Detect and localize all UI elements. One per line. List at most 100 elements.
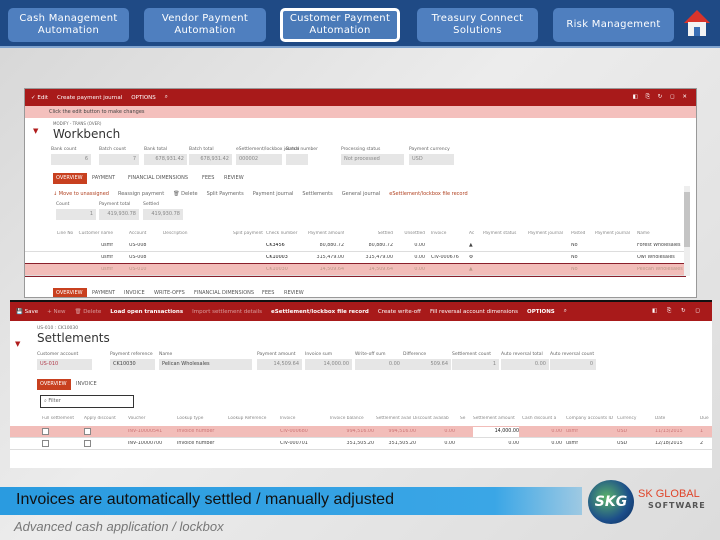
column-header-payment-amount[interactable]: Payment amount: [308, 231, 344, 236]
field-batch-total[interactable]: 678,931.42: [189, 154, 232, 165]
load-open-transactions-button[interactable]: Load open transactions: [110, 309, 183, 315]
action-payment-journal[interactable]: Payment journal: [253, 191, 294, 197]
filter-toggle-icon[interactable]: ▼: [33, 127, 38, 135]
column-header-se[interactable]: Se: [460, 416, 472, 421]
full-settlement-checkbox[interactable]: [42, 428, 52, 437]
tab2-financial-dimensions[interactable]: FINANCIAL DIMENSIONS: [191, 288, 257, 297]
column-header-voucher[interactable]: Voucher: [128, 416, 174, 421]
table-row[interactable]: INV-10000700 Invoice number CIV-000701 351,…: [10, 438, 712, 450]
column-header-date[interactable]: Date: [655, 416, 697, 421]
column-header-company-accounts-id[interactable]: Company accounts ID: [566, 416, 616, 421]
field-difference[interactable]: 509.64: [403, 359, 451, 370]
tab2-invoice[interactable]: INVOICE: [121, 288, 149, 297]
field-settlement-count[interactable]: 1: [452, 359, 499, 370]
field-payment-reference[interactable]: CK10030: [110, 359, 155, 370]
action-delete[interactable]: 🗑 Delete: [173, 191, 197, 197]
create-write-off-button[interactable]: Create write-off: [378, 309, 421, 315]
apply-discount-checkbox[interactable]: [84, 428, 94, 437]
action-esettlement-lockbox-file-record[interactable]: eSettlement/lockbox file record: [389, 191, 467, 197]
field-name[interactable]: Pelican Wholesales: [159, 359, 252, 370]
column-header-unsettled[interactable]: Unsettled: [397, 231, 425, 236]
filter-input[interactable]: ⌕ Filter: [40, 395, 134, 408]
column-header-invoice[interactable]: Invoice: [280, 416, 328, 421]
column-header-full-settlement[interactable]: Full settlement: [42, 416, 82, 421]
table-row[interactable]: INV-10000541 Invoice number CIV-000680 994,…: [10, 426, 712, 438]
column-header-description[interactable]: Description: [163, 231, 213, 236]
field-invoice-sum[interactable]: 14,000.00: [305, 359, 352, 370]
column-header-name[interactable]: Name: [637, 231, 683, 236]
tab-payment[interactable]: PAYMENT: [89, 173, 123, 184]
column-header-cash-discount-a[interactable]: Cash discount a: [522, 416, 562, 421]
column-header-split-payment[interactable]: Split payment: [225, 231, 263, 236]
field-customer-account[interactable]: US-010: [37, 359, 92, 370]
create-payment-journal-button[interactable]: Create payment journal: [57, 95, 122, 101]
table-row[interactable]: usmf US-008 CK10003 315,479.00 315,479.00 0.0…: [25, 252, 685, 264]
settlement-amount-input[interactable]: 14,000.00: [473, 427, 519, 437]
column-header-posted[interactable]: Posted: [571, 231, 593, 236]
search-button[interactable]: ⌕: [564, 308, 567, 315]
table-row[interactable]: usmf US-010 CK10030 14,509.64 14,509.64 0.00 ▲…: [25, 263, 686, 277]
home-icon[interactable]: [683, 8, 711, 38]
field-auto-reversal-count[interactable]: 0: [550, 359, 596, 370]
column-header-check-number[interactable]: Check number: [266, 231, 304, 236]
column-header-currency[interactable]: Currency: [617, 416, 653, 421]
action-split-payments[interactable]: Split Payments: [207, 191, 244, 197]
nav-risk-management[interactable]: Risk Management: [553, 8, 674, 42]
tab2-payment[interactable]: PAYMENT: [89, 288, 119, 297]
action-settlements[interactable]: Settlements: [302, 191, 332, 197]
tab-invoice[interactable]: INVOICE: [73, 379, 103, 390]
save-button[interactable]: 💾 Save: [16, 309, 38, 315]
apply-discount-checkbox[interactable]: [84, 440, 94, 449]
field-auto-reversal-total[interactable]: 0.00: [501, 359, 549, 370]
table-row[interactable]: usmf US-008 CK3456 80,880.72 80,880.72 0.00 ▲ N…: [25, 240, 685, 252]
column-header-settlement-avail[interactable]: Settlement avail: [376, 416, 416, 421]
column-header-invoice[interactable]: Invoice: [431, 231, 467, 236]
field-batch-count[interactable]: 7: [99, 154, 139, 165]
nav-treasury-connect[interactable]: Treasury Connect Solutions: [417, 8, 538, 42]
action-move-to-unassigned[interactable]: ↓ Move to unassigned: [53, 191, 109, 197]
field-write-off-sum[interactable]: 0.00: [355, 359, 403, 370]
edit-button[interactable]: ✓ Edit: [31, 95, 48, 101]
column-header-ac[interactable]: Ac: [469, 231, 481, 236]
window-controls-icon[interactable]: ◧ ⎘ ↻ ◻: [652, 308, 704, 315]
field-processing-status[interactable]: Not processed: [341, 154, 404, 165]
fill-reversal-account-dimensions-button[interactable]: Fill reversal account dimensions: [430, 309, 518, 315]
column-header-due[interactable]: Due: [700, 416, 712, 421]
tab-overview[interactable]: OVERVIEW: [53, 173, 87, 184]
new-button[interactable]: + New: [47, 309, 65, 315]
tab2-fees[interactable]: FEES: [259, 288, 279, 297]
nav-cash-management[interactable]: Cash Management Automation: [8, 8, 129, 42]
tab2-overview[interactable]: OVERVIEW: [53, 288, 87, 297]
column-header-settlement-amount[interactable]: Settlement amount: [473, 416, 519, 421]
column-header-account[interactable]: Account: [129, 231, 159, 236]
column-header-invoice-balance[interactable]: Invoice balance: [330, 416, 374, 421]
tab-fees[interactable]: FEES: [199, 173, 219, 184]
tab2-write-offs[interactable]: WRITE-OFFS: [151, 288, 189, 297]
tab2-review[interactable]: REVIEW: [281, 288, 307, 297]
column-header-lookup-type[interactable]: Lookup type: [177, 416, 227, 421]
field-bank-count[interactable]: 6: [51, 154, 91, 165]
import-settlement-details-button[interactable]: Import settlement details: [192, 309, 262, 315]
column-header-payment-journal[interactable]: Payment journal: [528, 231, 568, 236]
nav-customer-payment[interactable]: Customer Payment Automation: [280, 8, 400, 42]
esettlement-lockbox-file-record-button[interactable]: eSettlement/lockbox file record: [271, 309, 369, 315]
column-header-customer-name[interactable]: Customer name: [75, 231, 113, 236]
column-header-discount-availab[interactable]: Discount availab: [413, 416, 455, 421]
column-header-settled[interactable]: Settled: [355, 231, 393, 236]
field-payment-currency[interactable]: USD: [409, 154, 454, 165]
field-batch-number[interactable]: [286, 154, 308, 165]
filter-toggle-icon[interactable]: ▼: [15, 340, 20, 348]
delete-button[interactable]: 🗑 Delete: [74, 309, 101, 315]
action-reassign-payment[interactable]: Reassign payment: [118, 191, 164, 197]
grid-scrollbar[interactable]: [684, 186, 690, 276]
full-settlement-checkbox[interactable]: [42, 440, 52, 449]
column-header-apply-discount[interactable]: Apply discount: [84, 416, 124, 421]
options-button[interactable]: OPTIONS: [527, 309, 555, 315]
column-header-payment-journal[interactable]: Payment journal: [595, 231, 635, 236]
tab-review[interactable]: REVIEW: [221, 173, 249, 184]
nav-vendor-payment[interactable]: Vendor Payment Automation: [144, 8, 266, 42]
column-header-lookup-reference[interactable]: Lookup Reference: [228, 416, 278, 421]
tab-financial-dimensions[interactable]: FINANCIAL DIMENSIONS: [125, 173, 197, 184]
field-payment-amount[interactable]: 14,509.64: [257, 359, 302, 370]
field-esettlement-lockbox-journal[interactable]: 000002: [236, 154, 282, 165]
